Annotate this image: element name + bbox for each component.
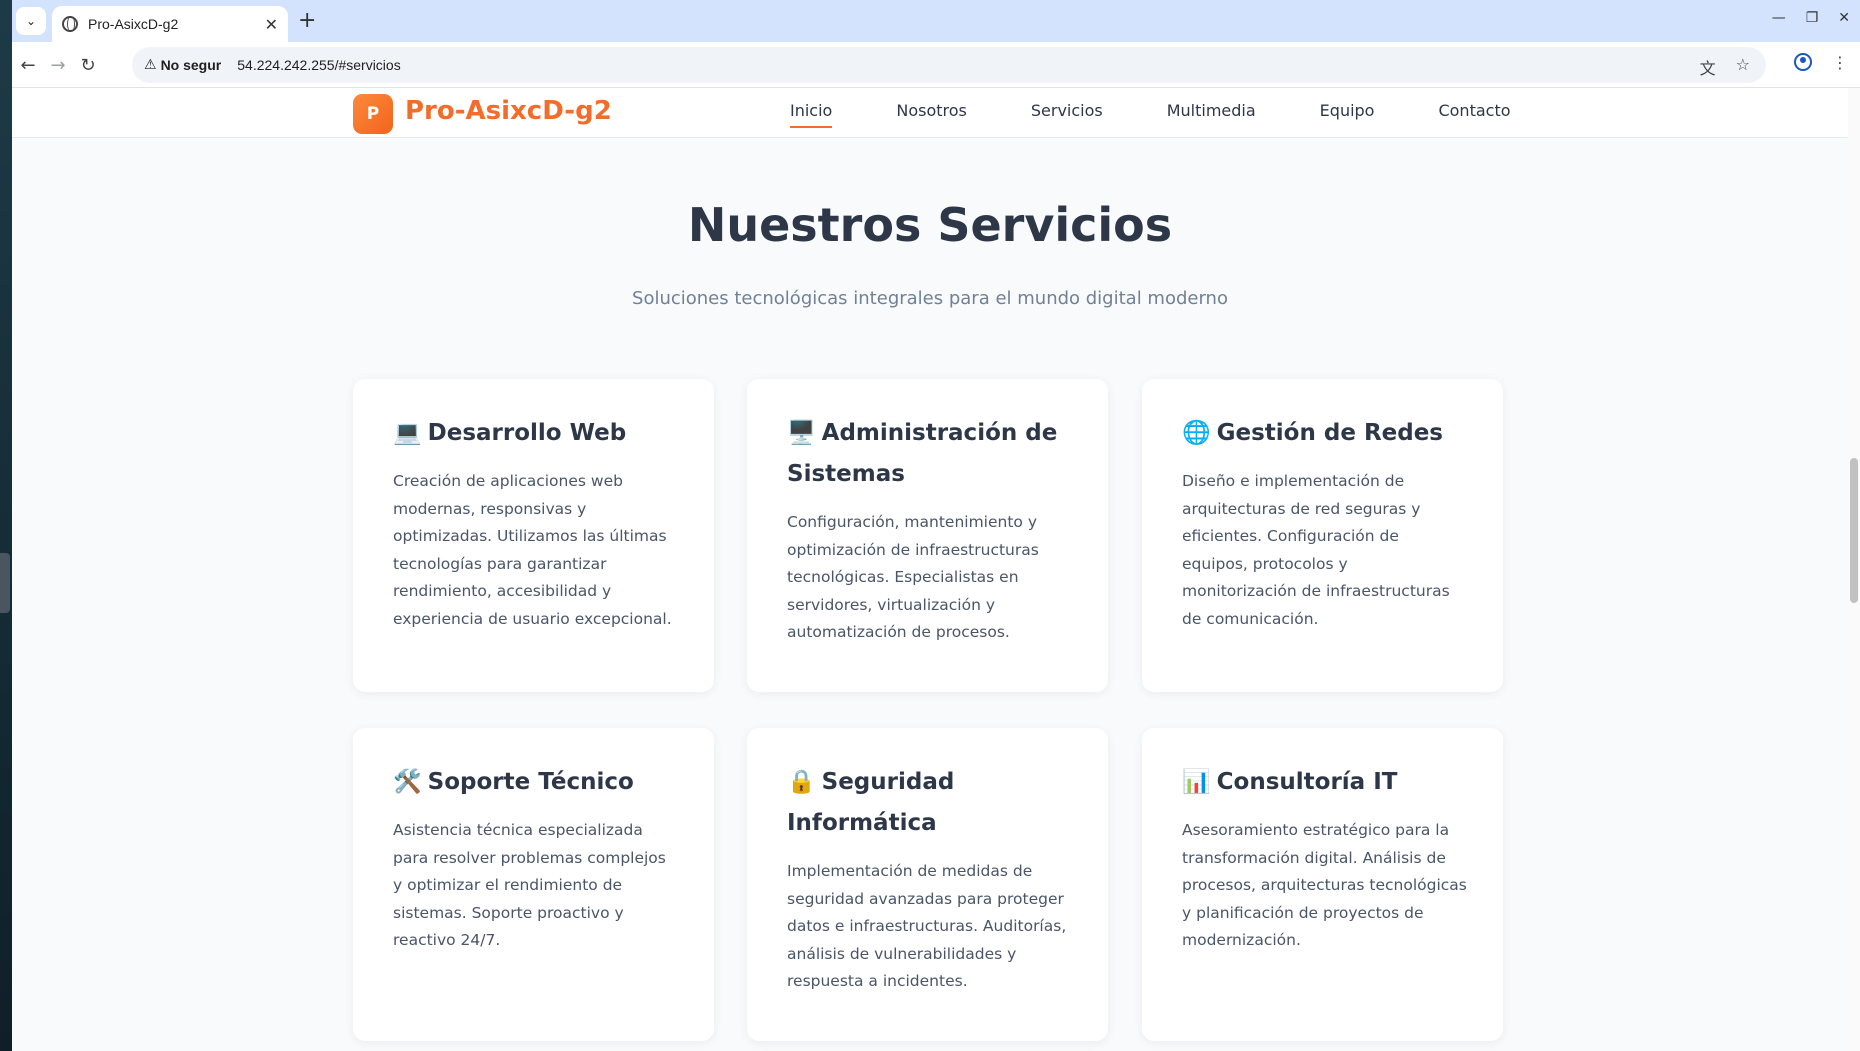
card-description: Diseño e implementación de arquitecturas… (1182, 472, 1450, 628)
service-card-administracion-sistemas: 🖥️ Administración de Sistemas Configuraci… (747, 379, 1108, 692)
card-title: 🌐 Gestión de Redes (1182, 420, 1444, 446)
nav-servicios[interactable]: Servicios (1031, 101, 1103, 126)
tab-strip: ⌄ Pro-AsixcD-g2 ✕ + — ❐ ✕ (12, 0, 1860, 42)
section-title: Nuestros Servicios (687, 198, 1173, 252)
nav-inicio[interactable]: Inicio (790, 101, 833, 128)
menu-kebab-icon[interactable]: ⋮ (1832, 53, 1848, 72)
logo-icon[interactable]: P (353, 94, 393, 134)
page-scrollbar[interactable] (1848, 88, 1860, 1051)
tab-search-button[interactable]: ⌄ (16, 7, 46, 35)
desktop-icon: 🖥️ (787, 420, 816, 446)
card-title: 💻 Desarrollo Web (393, 420, 627, 446)
url-text[interactable]: 54.224.242.255/#servicios (237, 57, 400, 73)
profile-icon[interactable] (1794, 53, 1812, 71)
web-page: P Pro-AsixcD-g2 Inicio Nosotros Servicio… (12, 88, 1848, 1051)
scrollbar-thumb[interactable] (1850, 458, 1858, 603)
nav-nosotros[interactable]: Nosotros (896, 101, 967, 126)
desktop-background (0, 0, 12, 1051)
card-description: Asesoramiento estratégico para la transf… (1182, 821, 1467, 949)
browser-tab[interactable]: Pro-AsixcD-g2 ✕ (52, 6, 288, 42)
site-nav: Inicio Nosotros Servicios Multimedia Equ… (790, 101, 1575, 128)
tab-title: Pro-AsixcD-g2 (88, 16, 179, 32)
globe-icon: 🌐 (1182, 420, 1211, 446)
new-tab-icon[interactable]: + (298, 9, 316, 33)
tab-close-icon[interactable]: ✕ (265, 15, 278, 34)
service-card-consultoria-it: 📊 Consultoría IT Asesoramiento estratégic… (1142, 728, 1503, 1041)
nav-contacto[interactable]: Contacto (1438, 101, 1510, 126)
card-description: Asistencia técnica especializada para re… (393, 821, 666, 949)
warning-icon[interactable]: ⚠ (144, 57, 157, 73)
not-secure-label[interactable]: No segur (161, 57, 222, 73)
browser-toolbar: ← → ↻ ⚠ No segur 54.224.242.255/#servici… (12, 42, 1860, 88)
card-description: Configuración, mantenimiento y optimizac… (787, 513, 1039, 641)
section-subtitle: Soluciones tecnológicas integrales para … (632, 288, 1228, 309)
nav-multimedia[interactable]: Multimedia (1167, 101, 1256, 126)
site-globe-icon (62, 16, 78, 32)
bookmark-star-icon[interactable]: ☆ (1736, 55, 1750, 79)
card-title: 🔒 Seguridad Informática (787, 769, 955, 836)
translate-icon[interactable]: 文 (1700, 55, 1716, 79)
forward-arrow-icon[interactable]: → (46, 53, 70, 77)
back-arrow-icon[interactable]: ← (16, 53, 40, 77)
service-card-seguridad-informatica: 🔒 Seguridad Informática Implementación de… (747, 728, 1108, 1041)
card-description: Implementación de medidas de seguridad a… (787, 862, 1067, 990)
site-brand[interactable]: Pro-AsixcD-g2 (405, 96, 612, 126)
tools-icon: 🛠️ (393, 769, 422, 795)
card-title: 📊 Consultoría IT (1182, 769, 1398, 795)
nav-equipo[interactable]: Equipo (1320, 101, 1375, 126)
service-card-desarrollo-web: 💻 Desarrollo Web Creación de aplicaciones… (353, 379, 714, 692)
window-controls: — ❐ ✕ (1772, 10, 1850, 26)
card-description: Creación de aplicaciones web modernas, r… (393, 472, 672, 628)
lock-icon: 🔒 (787, 769, 816, 795)
desktop-dock-handle[interactable] (0, 553, 10, 613)
card-title: 🖥️ Administración de Sistemas (787, 420, 1058, 487)
card-title: 🛠️ Soporte Técnico (393, 769, 634, 795)
bar-chart-icon: 📊 (1182, 769, 1211, 795)
window-close-icon[interactable]: ✕ (1838, 10, 1850, 26)
address-bar[interactable]: ⚠ No segur 54.224.242.255/#servicios 文 ☆ (132, 47, 1766, 83)
service-card-soporte-tecnico: 🛠️ Soporte Técnico Asistencia técnica esp… (353, 728, 714, 1041)
site-header: P Pro-AsixcD-g2 Inicio Nosotros Servicio… (12, 88, 1848, 138)
chevron-down-icon: ⌄ (25, 14, 37, 28)
service-card-gestion-redes: 🌐 Gestión de Redes Diseño e implementació… (1142, 379, 1503, 692)
browser-window: ⌄ Pro-AsixcD-g2 ✕ + — ❐ ✕ ← → ↻ ⚠ No seg… (12, 0, 1860, 1051)
minimize-icon[interactable]: — (1772, 10, 1786, 26)
restore-icon[interactable]: ❐ (1806, 10, 1819, 26)
laptop-icon: 💻 (393, 420, 422, 446)
reload-icon[interactable]: ↻ (76, 53, 100, 77)
